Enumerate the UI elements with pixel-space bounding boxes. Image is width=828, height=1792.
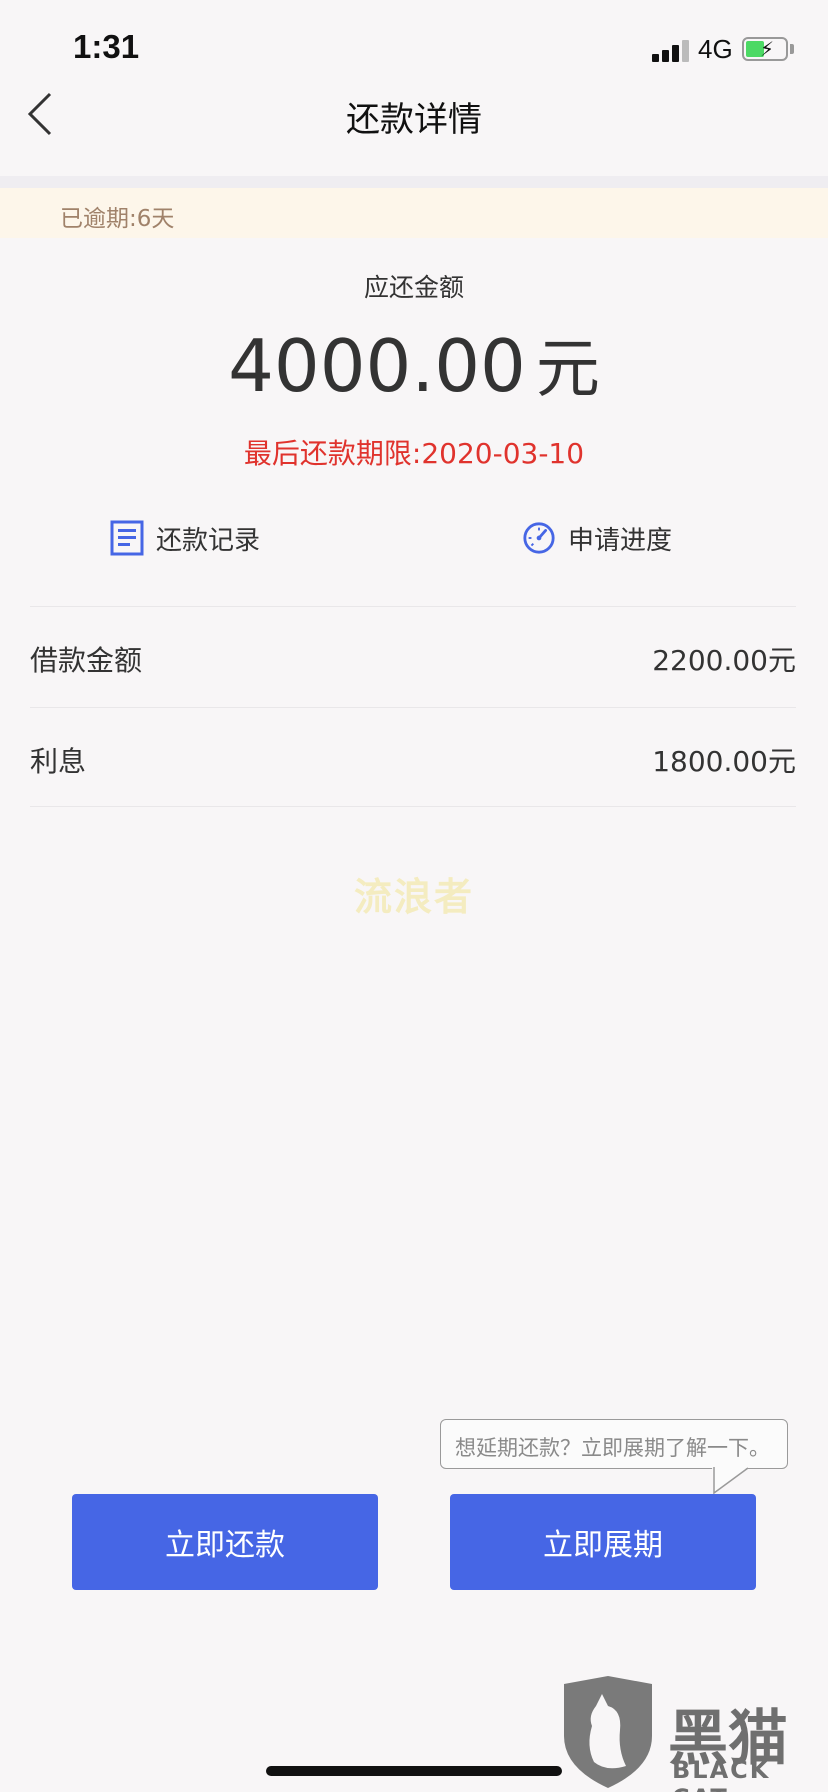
header-divider [0,176,828,188]
tooltip-tail [712,1467,749,1495]
extend-now-button[interactable]: 立即展期 [450,1494,756,1590]
interest-value: 1800.00元 [652,745,796,778]
watermark-text: 流浪者 [353,875,474,919]
loan-amount-row: 借款金额 2200.00元 [30,606,796,706]
amount-due: 4000.00 元 [0,318,828,410]
repayment-records-label: 还款记录 [156,525,261,556]
amount-due-unit: 元 [535,333,600,407]
battery-tip [790,44,794,54]
signal-icon [652,38,690,62]
document-icon [110,520,144,556]
interest-label: 利息 [30,745,87,778]
battery-icon: ⚡ [742,37,788,61]
home-indicator[interactable] [266,1766,562,1776]
amount-due-value: 4000.00 [228,324,526,408]
page-title: 还款详情 [346,100,482,140]
loan-amount-label: 借款金额 [30,644,143,677]
repay-now-button[interactable]: 立即还款 [72,1494,378,1590]
status-time: 1:31 [73,28,140,65]
repayment-deadline: 最后还款期限:2020-03-10 [243,437,585,470]
loan-amount-value: 2200.00元 [652,644,796,677]
repayment-records-link[interactable]: 还款记录 [110,516,260,560]
overdue-banner: 已逾期:6天 [0,188,828,238]
status-bar: 1:31 4G ⚡ [0,0,828,100]
network-type: 4G [698,34,733,64]
application-progress-label: 申请进度 [568,525,673,556]
overdue-text: 已逾期:6天 [60,206,175,232]
application-progress-link[interactable]: 申请进度 [522,516,672,560]
extension-tooltip: 想延期还款？立即展期了解一下。 [440,1419,788,1469]
interest-row: 利息 1800.00元 [30,707,796,807]
gauge-icon [523,522,555,554]
brand-subtitle: BLACK CAT [672,1756,771,1792]
amount-due-label: 应还金额 [363,273,464,302]
black-cat-logo-icon [564,1676,652,1788]
